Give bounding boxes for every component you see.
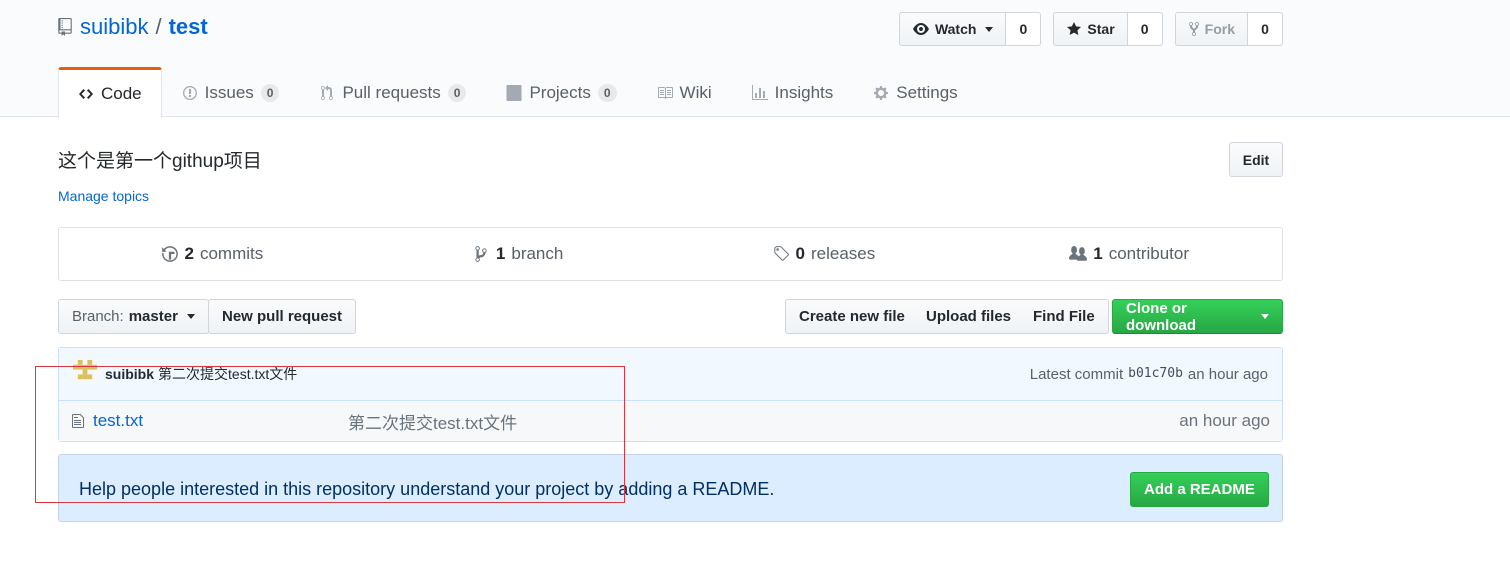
tab-issues[interactable]: Issues 0 — [162, 67, 300, 117]
tab-pull-requests[interactable]: Pull requests 0 — [299, 67, 486, 117]
file-commit-message[interactable]: 第二次提交test.txt文件 — [348, 409, 517, 434]
repo-summary: 2 commits 1 branch 0 releases 1 contribu… — [58, 227, 1283, 281]
gear-icon — [874, 85, 889, 100]
commits-link[interactable]: 2 commits — [59, 228, 365, 280]
fork-button[interactable]: Fork — [1174, 12, 1248, 46]
tab-projects[interactable]: Projects 0 — [486, 67, 636, 117]
fork-count[interactable]: 0 — [1248, 12, 1283, 46]
readme-prompt: Help people interested in this repositor… — [58, 454, 1283, 522]
tab-label: Pull requests — [342, 82, 441, 102]
edit-description-button[interactable]: Edit — [1229, 142, 1283, 177]
file-name-link[interactable]: test.txt — [93, 411, 348, 431]
tab-label: Code — [101, 84, 142, 103]
manage-topics-link[interactable]: Manage topics — [58, 188, 149, 204]
issues-counter: 0 — [260, 83, 280, 102]
fork-icon — [1188, 21, 1199, 37]
find-file-button[interactable]: Find File — [1020, 299, 1109, 334]
branches-link[interactable]: 1 branch — [365, 228, 671, 280]
repo-title: suibibk / test — [58, 14, 208, 40]
new-pull-request-button[interactable]: New pull request — [208, 299, 357, 334]
add-readme-button[interactable]: Add a README — [1130, 472, 1269, 507]
file-list: suibibk 第二次提交test.txt文件 Latest commit b0… — [58, 347, 1283, 442]
latest-commit-bar: suibibk 第二次提交test.txt文件 Latest commit b0… — [59, 348, 1282, 401]
tag-icon — [773, 246, 789, 261]
tab-label: Insights — [774, 82, 834, 102]
repo-actions: Watch 0 Star 0 Fork 0 — [898, 12, 1283, 46]
file-age: an hour ago — [1179, 411, 1270, 430]
branches-count: 1 — [495, 244, 506, 263]
commits-count: 2 — [184, 244, 194, 263]
repo-name-link[interactable]: test — [169, 14, 208, 40]
create-new-file-button[interactable]: Create new file — [785, 299, 919, 334]
latest-commit-info: Latest commit b01c70b an hour ago — [1030, 366, 1268, 383]
commits-label: commits — [199, 244, 264, 263]
repo-icon — [58, 18, 72, 36]
branches-label: branch — [511, 244, 564, 263]
tab-label: Issues — [204, 82, 254, 102]
readme-prompt-text: Help people interested in this repositor… — [79, 479, 775, 499]
chevron-down-icon — [985, 26, 994, 32]
releases-link[interactable]: 0 releases — [671, 228, 977, 280]
branch-prefix: Branch: — [72, 308, 124, 325]
star-icon — [1067, 22, 1082, 35]
contributors-count: 1 — [1093, 244, 1103, 263]
owner-link[interactable]: suibibk — [80, 14, 148, 40]
watch-label: Watch — [934, 21, 977, 37]
file-navigation: Branch: master New pull request Create n… — [58, 299, 1283, 334]
tab-label: Settings — [896, 82, 958, 102]
repo-nav-tabs: Code Issues 0 Pull requests 0 Projects 0… — [58, 67, 978, 118]
branch-name: master — [128, 308, 178, 325]
project-icon — [506, 84, 522, 101]
commit-age: an hour ago — [1187, 365, 1268, 383]
watch-count[interactable]: 0 — [1006, 12, 1042, 46]
releases-count: 0 — [795, 244, 805, 263]
tab-label: Wiki — [679, 82, 712, 102]
clone-or-download-button[interactable]: Clone or download — [1112, 299, 1283, 334]
people-icon — [1069, 246, 1088, 261]
contributors-label: contributor — [1108, 244, 1190, 263]
tab-insights[interactable]: Insights — [732, 67, 854, 117]
path-separator: / — [155, 14, 162, 39]
tab-code[interactable]: Code — [58, 67, 162, 118]
tab-settings[interactable]: Settings — [853, 67, 977, 117]
branch-select-button[interactable]: Branch: master — [58, 299, 209, 334]
branch-icon — [475, 246, 487, 262]
repo-description: 这个是第一个githup项目 — [58, 151, 262, 172]
graph-icon — [751, 84, 768, 100]
projects-counter: 0 — [597, 83, 617, 102]
contributors-link[interactable]: 1 contributor — [976, 228, 1282, 280]
history-icon — [161, 246, 178, 262]
star-count[interactable]: 0 — [1127, 12, 1163, 46]
file-row: test.txt 第二次提交test.txt文件 an hour ago — [59, 401, 1282, 441]
repo-header: suibibk / test Watch 0 Star 0 Fork 0 Cod… — [0, 0, 1510, 118]
file-icon — [72, 414, 84, 428]
pull-requests-counter: 0 — [447, 83, 467, 102]
commit-message[interactable]: 第二次提交test.txt文件 — [158, 364, 297, 384]
eye-icon — [912, 23, 929, 35]
commit-sha[interactable]: b01c70b — [1128, 366, 1183, 383]
releases-label: releases — [810, 244, 876, 263]
pull-request-icon — [321, 84, 334, 100]
upload-files-button[interactable]: Upload files — [913, 299, 1026, 334]
clone-label: Clone or download — [1126, 299, 1196, 334]
fork-label: Fork — [1204, 21, 1235, 37]
avatar[interactable] — [73, 360, 97, 384]
star-label: Star — [1087, 21, 1115, 37]
watch-button[interactable]: Watch — [898, 12, 1007, 46]
book-icon — [657, 86, 673, 99]
issue-icon — [182, 85, 197, 100]
code-icon — [79, 89, 93, 99]
tab-label: Projects — [529, 82, 591, 102]
star-button[interactable]: Star — [1053, 12, 1128, 46]
chevron-down-icon — [1261, 314, 1269, 319]
latest-commit-label: Latest commit — [1029, 365, 1124, 383]
chevron-down-icon — [186, 314, 195, 319]
commit-author[interactable]: suibibk — [105, 366, 154, 382]
tab-wiki[interactable]: Wiki — [637, 67, 732, 117]
